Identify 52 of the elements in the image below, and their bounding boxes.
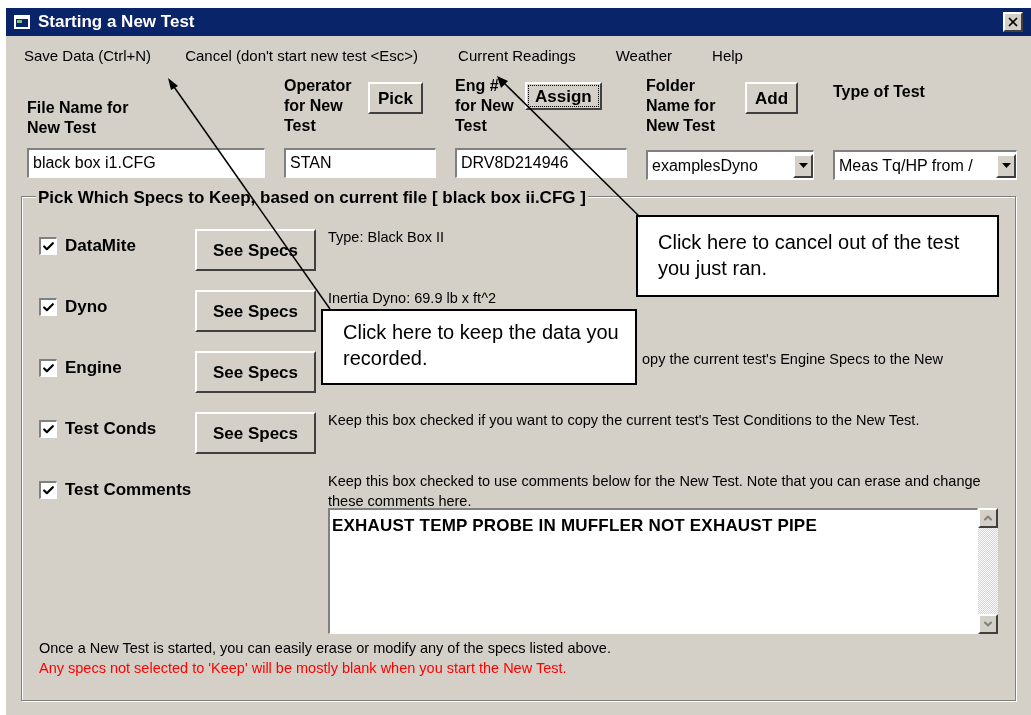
small-button[interactable]: Pick (368, 82, 423, 114)
close-icon[interactable] (1003, 12, 1023, 32)
checkbox[interactable] (39, 236, 57, 255)
checkbox[interactable] (39, 419, 57, 438)
check-icon (42, 300, 55, 314)
menu-item[interactable]: Help (712, 44, 743, 68)
warning-note: Any specs not selected to 'Keep' will be mostly blank when you start the New Test. (39, 659, 567, 678)
small-button[interactable]: See Specs (195, 290, 316, 332)
assign-button[interactable]: Assign (525, 82, 602, 110)
checkbox[interactable] (39, 358, 57, 377)
spec-description: Keep this box checked to use comments below for the New Test. Note that you can erase and change these comments here. (328, 472, 982, 511)
dropdown[interactable]: Meas Tq/HP from / (833, 150, 1017, 180)
comments-box[interactable]: EXHAUST TEMP PROBE IN MUFFLER NOT EXHAUST PIPE (328, 508, 978, 634)
dropdown[interactable]: examplesDyno (646, 150, 814, 180)
spec-description: Keep this box checked if you want to copy the current test's Test Conditions to the New Test. (328, 411, 920, 430)
menu-item[interactable]: Weather (615, 44, 673, 68)
window-title: Starting a New Test (38, 11, 196, 34)
field-label: File Name for New Test (27, 98, 130, 138)
check-icon (42, 239, 55, 253)
info-note: Once a New Test is started, you can easily erase or modify any of the specs listed above. (39, 639, 611, 658)
text-field[interactable]: STAN (284, 148, 436, 178)
small-button[interactable]: See Specs (195, 351, 316, 393)
text-field[interactable]: DRV8D214946 (455, 148, 627, 178)
checkbox-label: Dyno (65, 296, 108, 318)
check-icon (42, 361, 55, 375)
checkbox-label: Engine (65, 357, 122, 379)
small-button[interactable]: Add (745, 82, 799, 114)
scroll-down-icon[interactable] (978, 614, 998, 634)
field-label: Type of Test (833, 82, 925, 102)
checkbox[interactable] (39, 480, 57, 499)
menu-item[interactable]: Save Data (Ctrl+N) (24, 44, 152, 68)
callout: Click here to cancel out of the test you just ran. (636, 215, 999, 297)
checkbox-label: DataMite (65, 235, 136, 257)
checkbox-label: Test Conds (65, 418, 157, 440)
checkbox-label: Test Comments (65, 479, 192, 501)
small-button[interactable]: See Specs (195, 412, 316, 454)
spec-description: opy the current test's Engine Specs to the New (642, 350, 943, 369)
callout: Click here to keep the data you recorded. (321, 309, 637, 385)
scroll-up-icon[interactable] (978, 508, 998, 528)
window-app-icon (14, 15, 30, 29)
field-label: Folder Name for New Test (646, 76, 717, 136)
menu-item[interactable]: Current Readings (458, 44, 576, 68)
spec-description: Inertia Dyno: 69.9 lb x ft^2 (328, 289, 496, 308)
field-label: Operator for New Test (284, 76, 353, 136)
checkbox[interactable] (39, 297, 57, 316)
field-label: Eng # for New Test (455, 76, 515, 136)
check-icon (42, 483, 55, 497)
menu-item[interactable]: Cancel (don't start new test <Esc>) (185, 44, 419, 68)
spec-description: Type: Black Box II (328, 228, 445, 247)
scrollbar[interactable] (978, 508, 998, 634)
text-field[interactable]: black box i1.CFG (27, 148, 265, 178)
check-icon (42, 422, 55, 436)
